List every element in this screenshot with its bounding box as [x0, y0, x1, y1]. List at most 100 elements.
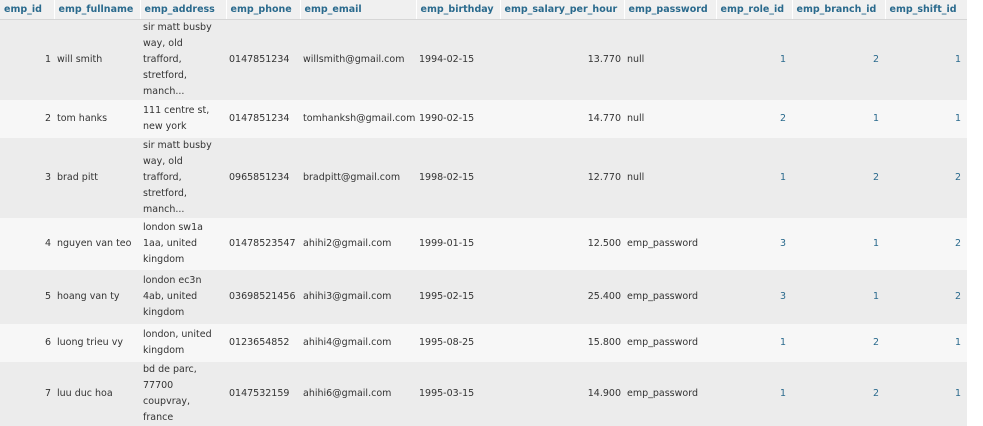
cell-emp-branch-id[interactable]: 1	[792, 270, 885, 324]
cell-emp-shift-id[interactable]: 2	[885, 138, 967, 218]
cell-emp-branch-id[interactable]: 1	[792, 218, 885, 270]
cell-emp-password[interactable]: emp_password	[624, 362, 716, 426]
column-header-emp-email[interactable]: emp_email	[300, 0, 417, 20]
cell-emp-fullname[interactable]: nguyen van teo	[54, 218, 140, 270]
cell-emp-password[interactable]: emp_password	[624, 270, 716, 324]
cell-emp-email[interactable]: ahihi6@gmail.com	[300, 362, 416, 426]
column-header-emp-phone[interactable]: emp_phone	[226, 0, 301, 20]
cell-emp-shift-id[interactable]: 1	[885, 19, 967, 100]
cell-emp-shift-id[interactable]: 2	[885, 270, 967, 324]
address-line: london ec3n	[143, 275, 202, 286]
cell-emp-password[interactable]: null	[624, 19, 716, 100]
cell-emp-fullname[interactable]: will smith	[54, 19, 140, 100]
column-header-emp-shift-id[interactable]: emp_shift_id	[885, 0, 968, 20]
cell-emp-id[interactable]: 4	[0, 218, 54, 270]
address-line: kingdom	[143, 307, 185, 318]
cell-emp-email[interactable]: ahihi3@gmail.com	[300, 270, 416, 324]
cell-emp-role-id[interactable]: 2	[716, 100, 792, 138]
cell-emp-phone[interactable]: 0123654852	[226, 324, 300, 362]
table-row[interactable]: 3 brad pitt sir matt busby way, old traffor…	[0, 138, 967, 218]
cell-emp-id[interactable]: 1	[0, 19, 54, 100]
column-header-emp-role-id[interactable]: emp_role_id	[716, 0, 793, 20]
cell-emp-role-id[interactable]: 1	[716, 138, 792, 218]
table-row[interactable]: 6 luong trieu vy london, united kingdom 012…	[0, 324, 967, 362]
cell-emp-fullname[interactable]: hoang van ty	[54, 270, 140, 324]
cell-emp-salary-per-hour[interactable]: 12.500	[500, 218, 624, 270]
cell-emp-address[interactable]: london, united kingdom	[140, 324, 226, 362]
cell-emp-phone[interactable]: 0147532159	[226, 362, 300, 426]
cell-emp-email[interactable]: tomhanksh@gmail.com	[300, 100, 416, 138]
cell-emp-phone[interactable]: 01478523547	[226, 218, 300, 270]
cell-emp-birthday[interactable]: 1998-02-15	[416, 138, 500, 218]
cell-emp-password[interactable]: null	[624, 100, 716, 138]
cell-emp-address[interactable]: london sw1a 1aa, united kingdom	[140, 218, 226, 270]
cell-emp-password[interactable]: emp_password	[624, 218, 716, 270]
cell-emp-birthday[interactable]: 1995-02-15	[416, 270, 500, 324]
cell-emp-id[interactable]: 5	[0, 270, 54, 324]
cell-emp-phone[interactable]: 0147851234	[226, 19, 300, 100]
cell-emp-birthday[interactable]: 1990-02-15	[416, 100, 500, 138]
cell-emp-role-id[interactable]: 3	[716, 270, 792, 324]
cell-emp-fullname[interactable]: luu duc hoa	[54, 362, 140, 426]
cell-emp-salary-per-hour[interactable]: 25.400	[500, 270, 624, 324]
cell-emp-email[interactable]: willsmith@gmail.com	[300, 19, 416, 100]
cell-emp-branch-id[interactable]: 2	[792, 19, 885, 100]
table-row[interactable]: 1 will smith sir matt busby way, old traffo…	[0, 19, 967, 100]
cell-emp-email[interactable]: bradpitt@gmail.com	[300, 138, 416, 218]
cell-emp-id[interactable]: 7	[0, 362, 54, 426]
cell-emp-address[interactable]: sir matt busby way, old trafford, stretfor…	[140, 19, 226, 100]
cell-emp-branch-id[interactable]: 2	[792, 362, 885, 426]
cell-emp-birthday[interactable]: 1995-08-25	[416, 324, 500, 362]
cell-emp-address[interactable]: 111 centre st, new york	[140, 100, 226, 138]
column-header-emp-branch-id[interactable]: emp_branch_id	[792, 0, 886, 20]
cell-emp-shift-id[interactable]: 1	[885, 324, 967, 362]
column-header-emp-address[interactable]: emp_address	[140, 0, 227, 20]
cell-emp-id[interactable]: 2	[0, 100, 54, 138]
cell-emp-password[interactable]: null	[624, 138, 716, 218]
cell-emp-branch-id[interactable]: 2	[792, 138, 885, 218]
cell-emp-birthday[interactable]: 1995-03-15	[416, 362, 500, 426]
cell-emp-salary-per-hour[interactable]: 12.770	[500, 138, 624, 218]
cell-emp-password[interactable]: emp_password	[624, 324, 716, 362]
cell-emp-fullname[interactable]: luong trieu vy	[54, 324, 140, 362]
address-line: sir matt busby	[143, 140, 212, 151]
cell-emp-shift-id[interactable]: 2	[885, 218, 967, 270]
cell-emp-role-id[interactable]: 1	[716, 362, 792, 426]
cell-emp-email[interactable]: ahihi2@gmail.com	[300, 218, 416, 270]
cell-emp-salary-per-hour[interactable]: 13.770	[500, 19, 624, 100]
cell-emp-role-id[interactable]: 3	[716, 218, 792, 270]
address-line: london sw1a	[143, 222, 203, 233]
cell-emp-salary-per-hour[interactable]: 14.770	[500, 100, 624, 138]
column-header-emp-birthday[interactable]: emp_birthday	[416, 0, 501, 20]
cell-emp-shift-id[interactable]: 1	[885, 362, 967, 426]
table-row[interactable]: 4 nguyen van teo london sw1a 1aa, united kin…	[0, 218, 967, 270]
cell-emp-branch-id[interactable]: 1	[792, 100, 885, 138]
cell-emp-salary-per-hour[interactable]: 14.900	[500, 362, 624, 426]
column-header-emp-id[interactable]: emp_id	[0, 0, 55, 20]
cell-emp-birthday[interactable]: 1994-02-15	[416, 19, 500, 100]
cell-emp-phone[interactable]: 0147851234	[226, 100, 300, 138]
cell-emp-salary-per-hour[interactable]: 15.800	[500, 324, 624, 362]
cell-emp-role-id[interactable]: 1	[716, 19, 792, 100]
cell-emp-id[interactable]: 6	[0, 324, 54, 362]
table-row[interactable]: 2 tom hanks 111 centre st, new york 01478512…	[0, 100, 967, 138]
table-row[interactable]: 5 hoang van ty london ec3n 4ab, united kingd…	[0, 270, 967, 324]
column-header-emp-password[interactable]: emp_password	[624, 0, 717, 20]
cell-emp-branch-id[interactable]: 2	[792, 324, 885, 362]
cell-emp-role-id[interactable]: 1	[716, 324, 792, 362]
cell-emp-id[interactable]: 3	[0, 138, 54, 218]
table-row[interactable]: 7 luu duc hoa bd de parc, 77700 coupvray, fr…	[0, 362, 967, 426]
column-header-emp-fullname[interactable]: emp_fullname	[54, 0, 141, 20]
cell-emp-shift-id[interactable]: 1	[885, 100, 967, 138]
cell-emp-address[interactable]: sir matt busby way, old trafford, stretfor…	[140, 138, 226, 218]
cell-emp-phone[interactable]: 03698521456	[226, 270, 300, 324]
cell-emp-birthday[interactable]: 1999-01-15	[416, 218, 500, 270]
cell-emp-phone[interactable]: 0965851234	[226, 138, 300, 218]
cell-emp-address[interactable]: bd de parc, 77700 coupvray, france	[140, 362, 226, 426]
address-line: france	[143, 412, 174, 423]
cell-emp-fullname[interactable]: brad pitt	[54, 138, 140, 218]
cell-emp-address[interactable]: london ec3n 4ab, united kingdom	[140, 270, 226, 324]
cell-emp-fullname[interactable]: tom hanks	[54, 100, 140, 138]
cell-emp-email[interactable]: ahihi4@gmail.com	[300, 324, 416, 362]
column-header-emp-salary-per-hour[interactable]: emp_salary_per_hour	[500, 0, 625, 20]
